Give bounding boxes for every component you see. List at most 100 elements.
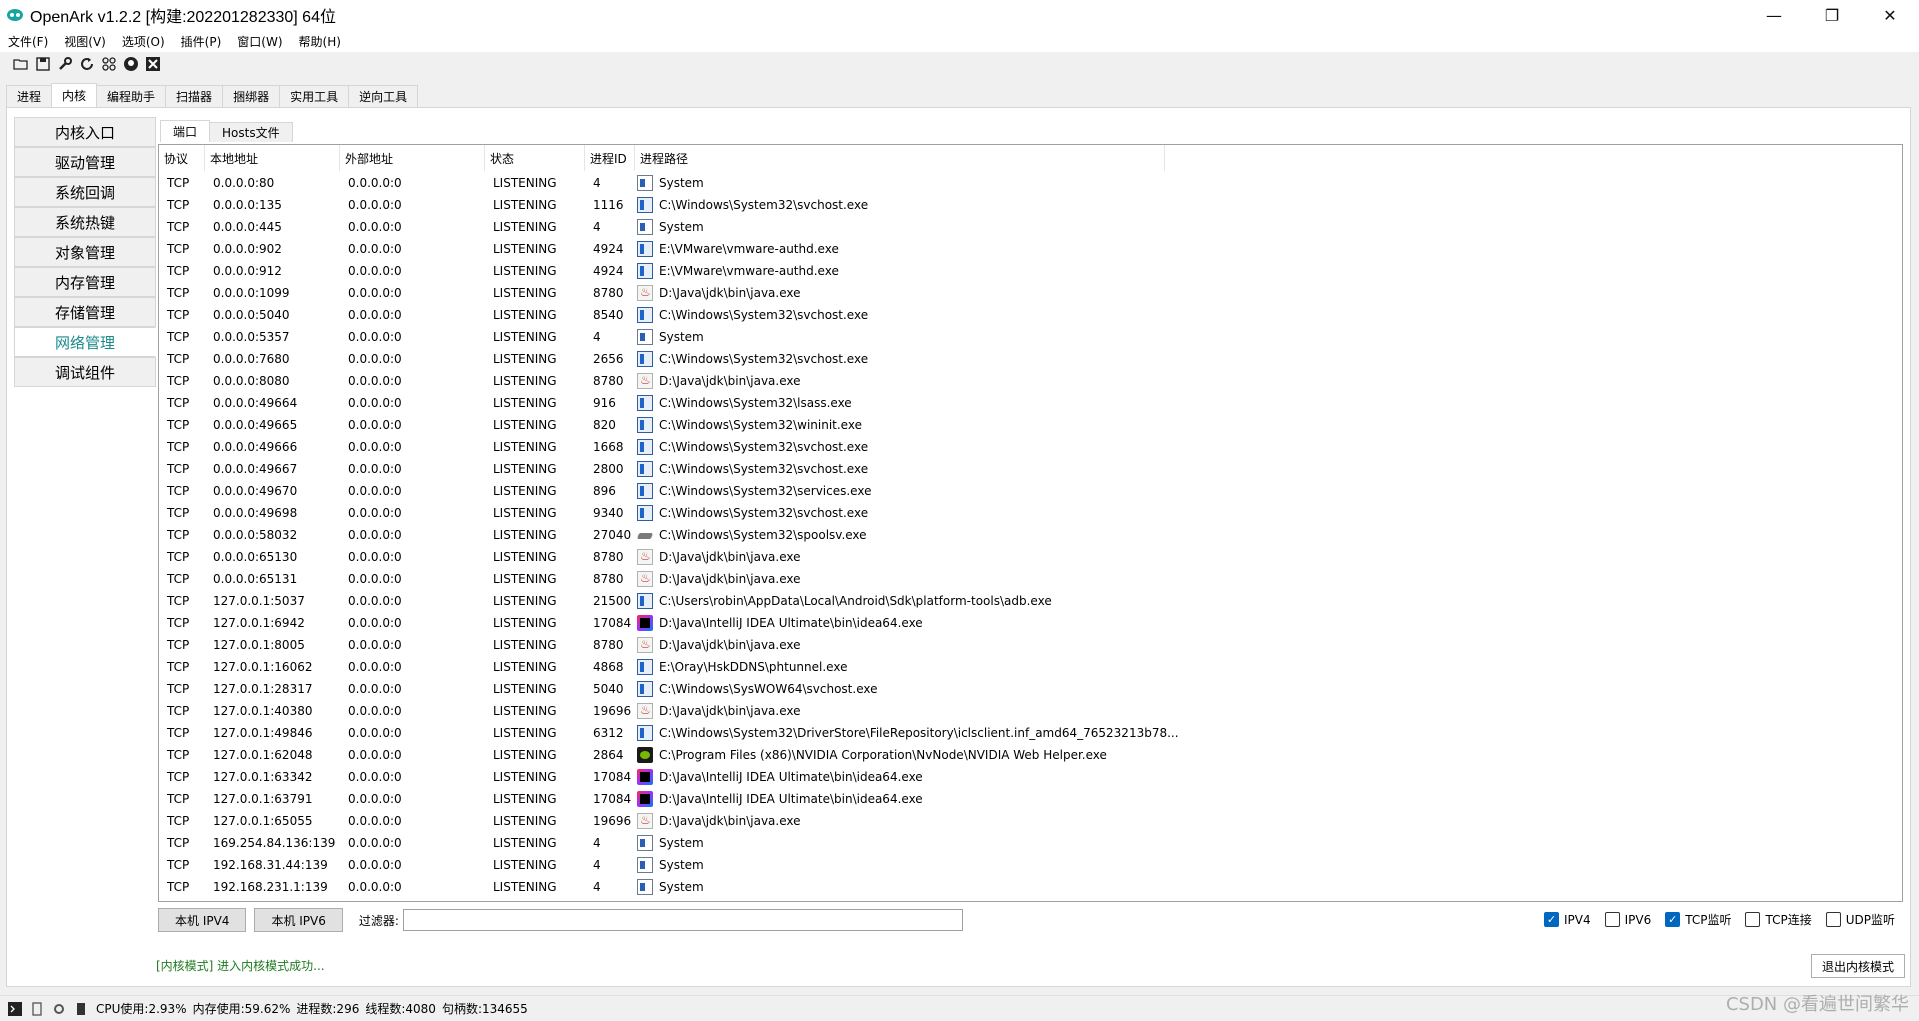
- table-row[interactable]: TCP 0.0.0.0:5357 0.0.0.0:0 LISTENING 4 System: [159, 326, 1902, 348]
- menu-view[interactable]: 视图(V): [64, 33, 106, 50]
- github-icon[interactable]: [122, 55, 140, 73]
- side-item-driver-manager[interactable]: 驱动管理: [14, 147, 156, 177]
- table-row[interactable]: TCP 0.0.0.0:49666 0.0.0.0:0 LISTENING 1668 C:…: [159, 436, 1902, 458]
- table-row[interactable]: TCP 0.0.0.0:7680 0.0.0.0:0 LISTENING 2656 C:\…: [159, 348, 1902, 370]
- local-ipv4-button[interactable]: 本机 IPV4: [158, 908, 247, 932]
- menu-file[interactable]: 文件(F): [8, 33, 48, 50]
- table-row[interactable]: TCP 0.0.0.0:49664 0.0.0.0:0 LISTENING 916 C:\…: [159, 392, 1902, 414]
- table-row[interactable]: TCP 127.0.0.1:49846 0.0.0.0:0 LISTENING 6312…: [159, 722, 1902, 744]
- local-address-cell: 0.0.0.0:912: [213, 264, 282, 278]
- table-row[interactable]: TCP 0.0.0.0:445 0.0.0.0:0 LISTENING 4 System: [159, 216, 1902, 238]
- protocol-cell: TCP: [167, 352, 190, 366]
- settings-icon[interactable]: [52, 1002, 66, 1016]
- side-item-memory-manager[interactable]: 内存管理: [14, 267, 156, 297]
- process-path-text: C:\Windows\System32\spoolsv.exe: [659, 528, 867, 542]
- ipv6-checkbox[interactable]: IPV6: [1604, 912, 1651, 927]
- table-row[interactable]: TCP192.168.233.1:1390.0.0.0:0LISTENING4S…: [159, 898, 1902, 901]
- ipv4-checkbox[interactable]: ✓ IPV4: [1543, 912, 1591, 927]
- tab-utilities[interactable]: 实用工具: [279, 85, 350, 107]
- column-header-pid[interactable]: 进程ID: [585, 145, 635, 171]
- table-row[interactable]: TCP 127.0.0.1:62048 0.0.0.0:0 LISTENING 2864…: [159, 744, 1902, 766]
- table-row[interactable]: TCP 0.0.0.0:65131 0.0.0.0:0 LISTENING 8780 D:…: [159, 568, 1902, 590]
- column-header-protocol[interactable]: 协议: [159, 145, 205, 171]
- console-icon[interactable]: [8, 1001, 22, 1016]
- table-row[interactable]: TCP 0.0.0.0:49665 0.0.0.0:0 LISTENING 820 C:\…: [159, 414, 1902, 436]
- process-path-cell: C:\Windows\System32\svchost.exe: [635, 439, 1895, 455]
- tab-coding-helper[interactable]: 编程助手: [96, 85, 167, 107]
- table-row[interactable]: TCP 0.0.0.0:902 0.0.0.0:0 LISTENING 4924 E:\V…: [159, 238, 1902, 260]
- table-row[interactable]: TCP 127.0.0.1:63342 0.0.0.0:0 LISTENING 1708…: [159, 766, 1902, 788]
- minimize-button[interactable]: —: [1745, 0, 1803, 30]
- table-row[interactable]: TCP 192.168.31.44:139 0.0.0.0:0 LISTENING 4 S…: [159, 854, 1902, 876]
- menu-plugins[interactable]: 插件(P): [181, 33, 222, 50]
- process-path-text: C:\Windows\System32\svchost.exe: [659, 440, 869, 454]
- process-path-text: C:\Windows\System32\svchost.exe: [659, 308, 869, 322]
- storage-icon[interactable]: [74, 1002, 88, 1016]
- remote-address-cell: 0.0.0.0:0: [348, 770, 402, 784]
- tab-process[interactable]: 进程: [6, 85, 53, 107]
- table-row[interactable]: TCP 0.0.0.0:49670 0.0.0.0:0 LISTENING 896 C:\…: [159, 480, 1902, 502]
- tab-bundler[interactable]: 捆绑器: [222, 85, 281, 107]
- exit-kernel-mode-button[interactable]: 退出内核模式: [1810, 954, 1905, 978]
- table-row[interactable]: TCP 0.0.0.0:58032 0.0.0.0:0 LISTENING 27040 C…: [159, 524, 1902, 546]
- local-address-cell: 0.0.0.0:49666: [213, 440, 298, 454]
- pid-cell: 4: [593, 176, 601, 190]
- process-path-text: D:\Java\IntelliJ IDEA Ultimate\bin\idea6…: [659, 792, 923, 806]
- table-row[interactable]: TCP 169.254.84.136:139 0.0.0.0:0 LISTENING 4…: [159, 832, 1902, 854]
- table-row[interactable]: TCP 127.0.0.1:65055 0.0.0.0:0 LISTENING 1969…: [159, 810, 1902, 832]
- side-item-debug-components[interactable]: 调试组件: [14, 357, 156, 387]
- table-row[interactable]: TCP 127.0.0.1:8005 0.0.0.0:0 LISTENING 8780 D…: [159, 634, 1902, 656]
- tab-kernel[interactable]: 内核: [51, 83, 98, 107]
- restore-button[interactable]: ❐: [1803, 0, 1861, 30]
- tcp-connect-checkbox[interactable]: TCP连接: [1745, 911, 1812, 928]
- close-box-icon[interactable]: [144, 55, 162, 73]
- table-row[interactable]: TCP 127.0.0.1:6942 0.0.0.0:0 LISTENING 17084…: [159, 612, 1902, 634]
- tab-hosts-file[interactable]: Hosts文件: [209, 122, 293, 142]
- side-item-system-hotkeys[interactable]: 系统热键: [14, 207, 156, 237]
- table-row[interactable]: TCP 0.0.0.0:135 0.0.0.0:0 LISTENING 1116 C:\W…: [159, 194, 1902, 216]
- table-row[interactable]: TCP 0.0.0.0:49667 0.0.0.0:0 LISTENING 2800 C:…: [159, 458, 1902, 480]
- column-header-state[interactable]: 状态: [485, 145, 585, 171]
- column-header-process-path[interactable]: 进程路径: [635, 145, 1165, 171]
- state-cell: LISTENING: [493, 726, 557, 740]
- table-row[interactable]: TCP 0.0.0.0:80 0.0.0.0:0 LISTENING 4 System: [159, 172, 1902, 194]
- table-row[interactable]: TCP 0.0.0.0:1099 0.0.0.0:0 LISTENING 8780 D:\…: [159, 282, 1902, 304]
- tcp-listen-checkbox[interactable]: ✓ TCP监听: [1665, 911, 1731, 928]
- table-row[interactable]: TCP 0.0.0.0:65130 0.0.0.0:0 LISTENING 8780 D:…: [159, 546, 1902, 568]
- udp-listen-checkbox[interactable]: UDP监听: [1825, 911, 1895, 928]
- column-header-local-address[interactable]: 本地地址: [205, 145, 340, 171]
- local-ipv6-button[interactable]: 本机 IPV6: [254, 908, 343, 932]
- menu-help[interactable]: 帮助(H): [299, 33, 341, 50]
- side-item-kernel-entry[interactable]: 内核入口: [14, 117, 156, 147]
- tab-reverse-tools[interactable]: 逆向工具: [348, 85, 419, 107]
- checkbox-unchecked-icon: [1745, 912, 1761, 927]
- table-row[interactable]: TCP 127.0.0.1:16062 0.0.0.0:0 LISTENING 4868…: [159, 656, 1902, 678]
- table-row[interactable]: TCP 0.0.0.0:912 0.0.0.0:0 LISTENING 4924 E:\V…: [159, 260, 1902, 282]
- tab-ports[interactable]: 端口: [160, 120, 211, 142]
- table-row[interactable]: TCP 0.0.0.0:49698 0.0.0.0:0 LISTENING 9340 C:…: [159, 502, 1902, 524]
- side-item-object-manager[interactable]: 对象管理: [14, 237, 156, 267]
- side-item-network-manager[interactable]: 网络管理: [14, 327, 156, 357]
- table-row[interactable]: TCP 127.0.0.1:40380 0.0.0.0:0 LISTENING 1969…: [159, 700, 1902, 722]
- side-item-system-callbacks[interactable]: 系统回调: [14, 177, 156, 207]
- filter-input[interactable]: [402, 909, 963, 931]
- refresh-icon[interactable]: [78, 55, 96, 73]
- menu-options[interactable]: 选项(O): [122, 33, 165, 50]
- side-item-storage-manager[interactable]: 存储管理: [14, 297, 156, 327]
- open-folder-icon[interactable]: [12, 55, 30, 73]
- memory-icon[interactable]: [30, 1001, 44, 1016]
- tab-scanner[interactable]: 扫描器: [165, 85, 224, 107]
- table-row[interactable]: TCP 0.0.0.0:8080 0.0.0.0:0 LISTENING 8780 D:\…: [159, 370, 1902, 392]
- save-icon[interactable]: [34, 55, 52, 73]
- table-row[interactable]: TCP 127.0.0.1:5037 0.0.0.0:0 LISTENING 21500…: [159, 590, 1902, 612]
- close-button[interactable]: ✕: [1861, 0, 1919, 30]
- table-row[interactable]: TCP 0.0.0.0:5040 0.0.0.0:0 LISTENING 8540 C:\…: [159, 304, 1902, 326]
- table-row[interactable]: TCP 192.168.231.1:139 0.0.0.0:0 LISTENING 4 S…: [159, 876, 1902, 898]
- remote-address-cell: 0.0.0.0:0: [348, 242, 402, 256]
- menu-window[interactable]: 窗口(W): [237, 33, 282, 50]
- table-row[interactable]: TCP 127.0.0.1:28317 0.0.0.0:0 LISTENING 5040…: [159, 678, 1902, 700]
- wrench-icon[interactable]: [56, 55, 74, 73]
- table-row[interactable]: TCP 127.0.0.1:63791 0.0.0.0:0 LISTENING 1708…: [159, 788, 1902, 810]
- grid-icon[interactable]: [100, 55, 118, 73]
- column-header-remote-address[interactable]: 外部地址: [340, 145, 485, 171]
